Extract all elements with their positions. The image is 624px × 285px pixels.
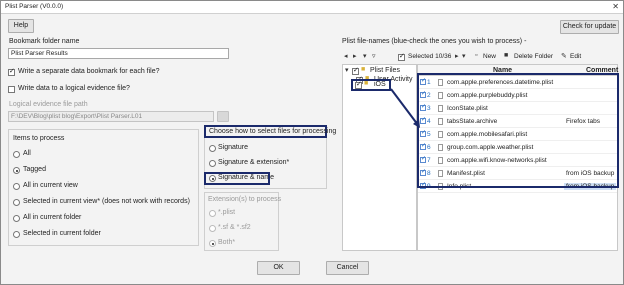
logical-path-label: Logical evidence file path — [9, 101, 88, 108]
choose-title: Choose how to select files for processin… — [209, 128, 337, 135]
edit-button[interactable]: Edit — [570, 53, 581, 60]
first-icon[interactable]: ◂ — [344, 52, 348, 60]
choose-label-0: Signature — [218, 144, 248, 151]
signature-name-highlight — [204, 172, 270, 185]
item-label-3: Selected in current view* (does not work… — [23, 198, 190, 205]
list-toolbar: ◂ ▸ ▾ ▿ Selected 10/36 ▸ ▾ ▫ New ■ Delet… — [342, 52, 618, 63]
browse-button[interactable] — [217, 111, 229, 122]
choose-title-highlight: Choose how to select files for processin… — [204, 125, 336, 138]
choose-radio-1[interactable] — [209, 160, 216, 167]
tree-root-checkbox[interactable] — [352, 66, 359, 75]
edit-icon[interactable]: ✎ — [561, 52, 567, 60]
title-bar: Plist Parser (V0.0.0) ✕ — [1, 1, 623, 14]
choose-label-1: Signature & extension* — [218, 159, 290, 166]
item-label-2: All in current view — [23, 182, 78, 189]
folder-icon: ■ — [364, 80, 369, 87]
choose-radio-0[interactable] — [209, 145, 216, 152]
item-radio-2[interactable] — [13, 183, 20, 190]
bookmark-folder-input[interactable]: Plist Parser Results — [8, 48, 229, 59]
item-label-0: All — [23, 150, 31, 157]
delete-folder-button[interactable]: Delete Folder — [514, 53, 553, 60]
items-to-process-group: Items to process All Tagged All in curre… — [8, 129, 199, 246]
new-button[interactable]: New — [483, 53, 496, 60]
write-separate-label: Write a separate data bookmark for each … — [18, 68, 160, 75]
selected-rows-highlight — [417, 73, 619, 188]
tree-expand-icon[interactable]: ▾ — [345, 66, 349, 74]
filter-icon[interactable]: ▿ — [372, 52, 376, 60]
ios-folder-highlight: ■ iOS — [351, 79, 391, 91]
annotation-arrow — [390, 88, 420, 128]
ext-title: Extension(s) to process — [208, 196, 282, 203]
refresh-icon[interactable]: ▸ — [455, 52, 459, 60]
ok-button[interactable]: OK — [257, 261, 300, 275]
help-button[interactable]: Help — [8, 19, 34, 33]
items-title: Items to process — [13, 135, 65, 142]
window-title: Plist Parser (V0.0.0) — [5, 3, 64, 10]
check-update-button[interactable]: Check for update — [560, 20, 619, 34]
item-radio-4[interactable] — [13, 215, 20, 222]
tree-child2-checkbox[interactable] — [355, 80, 362, 89]
item-label-1: Tagged — [23, 166, 46, 173]
write-separate-checkbox[interactable] — [8, 67, 15, 76]
ext-label-0: *.plist — [218, 209, 236, 216]
ext-radio-1[interactable] — [209, 225, 216, 232]
write-logical-checkbox[interactable] — [8, 86, 15, 93]
item-radio-1[interactable] — [13, 167, 20, 174]
tree-child2-label[interactable]: iOS — [374, 81, 386, 88]
write-logical-label: Write data to a logical evidence file? — [18, 85, 130, 92]
dropdown-icon[interactable]: ▾ — [363, 52, 367, 60]
extensions-group: Extension(s) to process *.plist *.sf & *… — [204, 192, 282, 251]
close-icon[interactable]: ✕ — [612, 2, 619, 11]
item-label-4: All in current folder — [23, 214, 82, 221]
selected-count: Selected 10/36 — [408, 53, 452, 60]
select-all-checkbox[interactable] — [398, 52, 405, 61]
ext-radio-2[interactable] — [209, 240, 216, 247]
item-label-5: Selected in current folder — [23, 230, 101, 237]
bookmark-folder-label: Bookmark folder name — [9, 38, 80, 45]
tree-root-label[interactable]: Plist Files — [370, 67, 400, 74]
cancel-button[interactable]: Cancel — [326, 261, 369, 275]
ext-radio-0[interactable] — [209, 210, 216, 217]
item-radio-3[interactable] — [13, 199, 20, 206]
folder-icon: ■ — [361, 66, 366, 73]
logical-path-input[interactable]: F:\DEV\Blog\plist blog\Export\Plist Pars… — [8, 111, 214, 122]
plist-parser-window: Plist Parser (V0.0.0) ✕ Help Check for u… — [0, 0, 624, 285]
collapse-icon[interactable]: ▸ — [353, 52, 357, 60]
delete-folder-icon[interactable]: ■ — [504, 52, 508, 59]
new-file-icon[interactable]: ▫ — [475, 52, 477, 59]
ext-label-1: *.sf & *.sf2 — [218, 224, 251, 231]
list-label: Plist file-names (blue-check the ones yo… — [342, 38, 527, 45]
refresh-dropdown-icon[interactable]: ▾ — [462, 52, 466, 60]
item-radio-5[interactable] — [13, 231, 20, 238]
item-radio-0[interactable] — [13, 151, 20, 158]
ext-label-2: Both* — [218, 239, 236, 246]
